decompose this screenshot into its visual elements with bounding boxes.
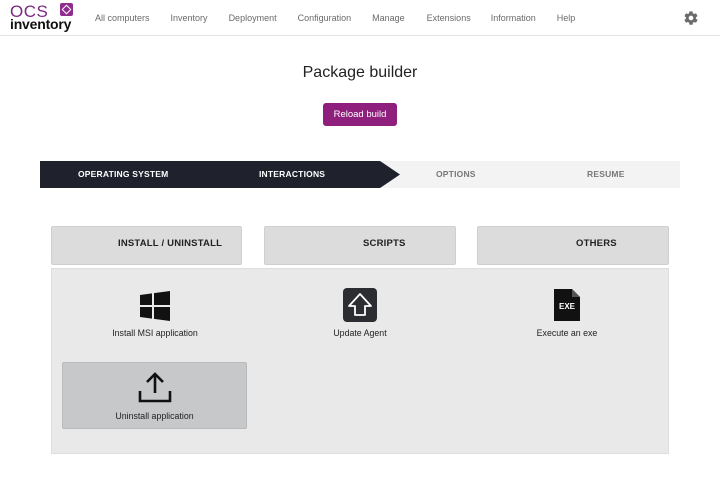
svg-text:EXE: EXE — [559, 302, 576, 311]
nav-manage[interactable]: Manage — [372, 12, 405, 26]
nav-all-computers[interactable]: All computers — [95, 12, 150, 26]
upload-arrow-icon — [343, 288, 377, 322]
nav-configuration[interactable]: Configuration — [298, 12, 352, 26]
install-msi-label: Install MSI application — [112, 328, 198, 338]
step-options[interactable]: OPTIONS — [436, 169, 476, 179]
execute-exe-label: Execute an exe — [536, 328, 598, 338]
wizard-stepper: OPERATING SYSTEM INTERACTIONS OPTIONS RE… — [40, 161, 680, 188]
logo-diamond-icon — [60, 3, 73, 16]
nav-inventory[interactable]: Inventory — [171, 12, 208, 26]
tab-others-label: OTHERS — [576, 238, 617, 249]
install-msi-action[interactable]: Install MSI application — [95, 287, 215, 343]
top-navbar: OCS inventory All computers Inventory De… — [0, 0, 720, 36]
tab-install-uninstall-label: INSTALL / UNINSTALL — [118, 238, 223, 249]
uninstall-application-action[interactable]: Uninstall application — [62, 362, 247, 429]
actions-panel: Install MSI application Update Agent EXE… — [51, 268, 669, 454]
logo-text-inventory: inventory — [10, 16, 72, 32]
upload-tray-icon — [138, 372, 172, 403]
nav-extensions[interactable]: Extensions — [427, 12, 471, 26]
main-menu: All computers Inventory Deployment Confi… — [95, 12, 575, 26]
nav-help[interactable]: Help — [557, 12, 576, 26]
step-resume[interactable]: RESUME — [587, 169, 625, 179]
update-agent-action[interactable]: Update Agent — [300, 287, 420, 343]
ocs-inventory-logo[interactable]: OCS inventory — [10, 3, 76, 33]
page-title: Package builder — [302, 64, 418, 81]
nav-information[interactable]: Information — [491, 12, 536, 26]
tab-install-uninstall[interactable]: INSTALL / UNINSTALL — [51, 226, 242, 265]
update-agent-label: Update Agent — [333, 328, 387, 338]
nav-deployment[interactable]: Deployment — [229, 12, 277, 26]
uninstall-application-label: Uninstall application — [115, 411, 194, 421]
tab-scripts[interactable]: SCRIPTS — [264, 226, 456, 265]
step-interactions[interactable]: INTERACTIONS — [259, 169, 325, 179]
execute-exe-action[interactable]: EXE Execute an exe — [507, 287, 627, 343]
exe-file-icon: EXE — [554, 289, 580, 321]
gear-icon[interactable] — [683, 10, 699, 26]
reload-build-button[interactable]: Reload build — [323, 103, 397, 126]
windows-icon — [140, 291, 170, 321]
tab-scripts-label: SCRIPTS — [363, 238, 406, 249]
step-operating-system[interactable]: OPERATING SYSTEM — [78, 169, 168, 179]
tab-others[interactable]: OTHERS — [477, 226, 669, 265]
